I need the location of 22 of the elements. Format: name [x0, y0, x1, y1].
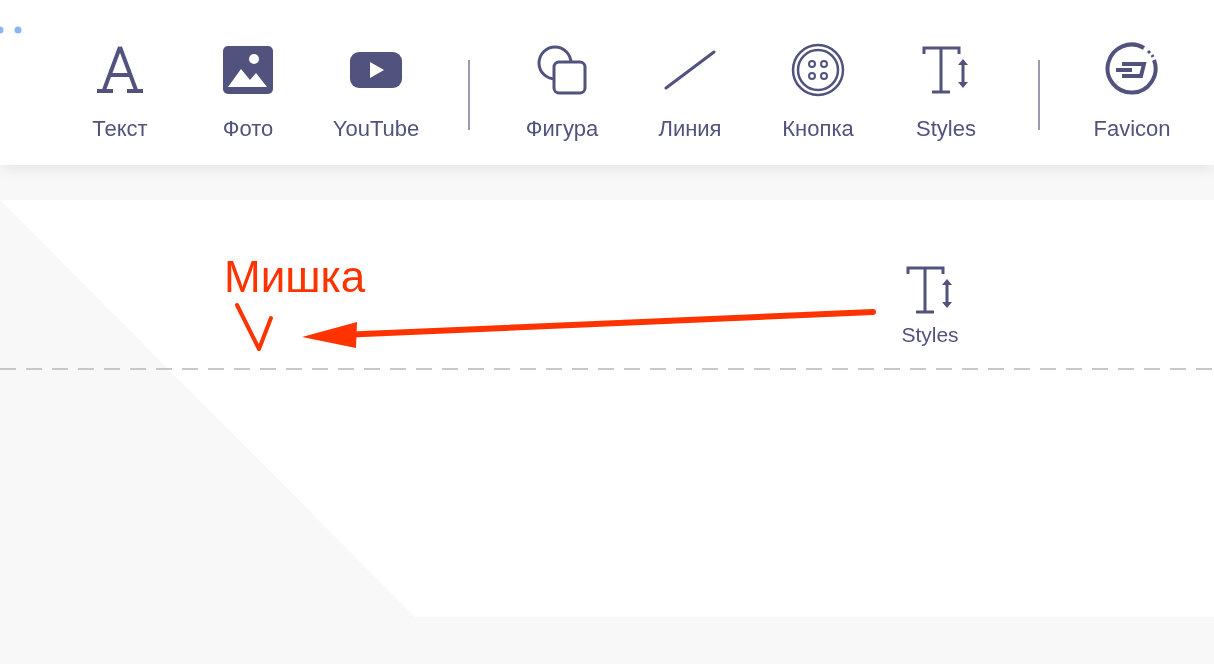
line-icon	[664, 50, 716, 90]
dash-circle-icon	[1104, 42, 1160, 98]
toolbar-item[interactable]: Фото	[184, 0, 312, 165]
toolbar-item[interactable]: Кнопка	[754, 0, 882, 165]
text-size-icon	[905, 265, 955, 315]
dragged-toolbar-item[interactable]: Styles	[866, 265, 994, 347]
toolbar-item[interactable]: Фигура	[498, 0, 626, 165]
shapes-icon	[536, 44, 588, 96]
toolbar-item[interactable]: Styles	[882, 0, 1010, 165]
toolbar-item[interactable]: YouTube	[312, 0, 440, 165]
toolbar-item[interactable]: Favicon	[1068, 0, 1196, 165]
toolbar-item[interactable]: Линия	[626, 0, 754, 165]
play-icon	[349, 51, 403, 89]
annotation-text: Мишка	[224, 255, 366, 299]
image-icon	[222, 45, 274, 95]
toolbar-item[interactable]: Текст	[56, 0, 184, 165]
caret-mark	[235, 303, 273, 351]
item-label: Styles	[901, 323, 959, 347]
sewing-button-icon	[791, 43, 845, 97]
dots-icon	[0, 25, 23, 35]
text-size-icon	[921, 45, 971, 95]
text-icon	[94, 45, 146, 95]
